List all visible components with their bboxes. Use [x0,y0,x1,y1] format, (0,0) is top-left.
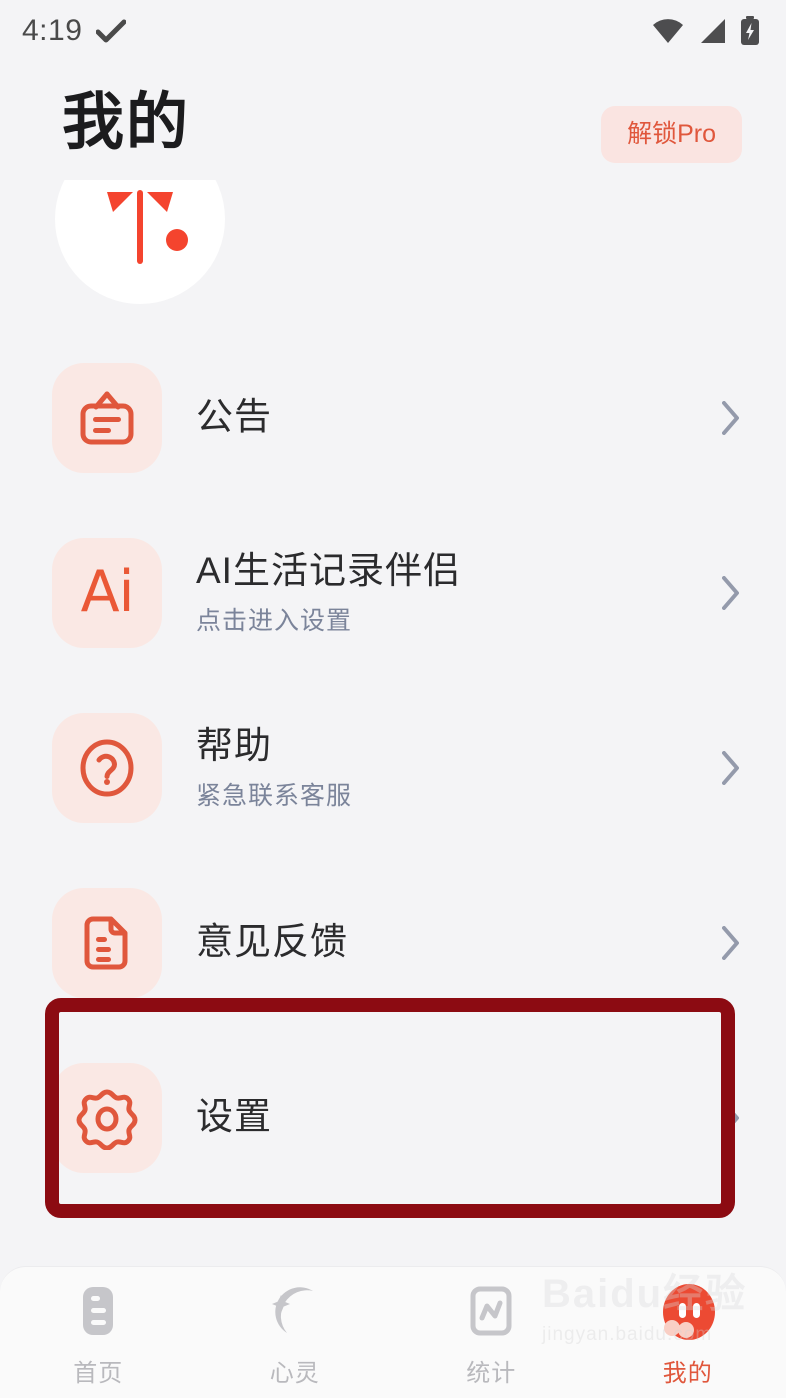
app-logo-mark [55,180,225,304]
status-bar-right [652,16,760,46]
check-icon [96,19,127,43]
menu-item-text: AI生活记录伴侣 点击进入设置 [196,548,720,636]
chevron-right-icon [720,749,742,787]
phone-screen: 4:19 我的 解锁Pro 公告 Ai AI生活记录伴侣 点击进入设置 帮助 紧… [0,0,786,1398]
settings-gear-flower-icon [52,1062,162,1173]
menu-item-title: 意见反馈 [196,921,348,963]
chevron-right-icon [720,574,742,612]
tab-stats[interactable]: 统计 [393,1267,590,1388]
menu-item-settings[interactable]: 设置 [0,1030,786,1205]
question-circle-icon [52,712,162,823]
bottom-tab-bar: 首页 心灵 统计 我的 [0,1266,786,1398]
menu-item-text: 公告 [196,394,720,440]
tab-home[interactable]: 首页 [0,1267,197,1388]
ai-icon-label: Ai [80,559,135,625]
status-time: 4:19 [22,14,83,47]
menu-item-announcement[interactable]: 公告 [0,330,786,505]
tab-mind[interactable]: 心灵 [197,1267,394,1388]
tab-label: 统计 [466,1360,517,1387]
stats-chart-icon [465,1283,517,1345]
menu-item-ai-companion[interactable]: Ai AI生活记录伴侣 点击进入设置 [0,505,786,680]
ai-icon: Ai [52,537,162,648]
menu-item-subtitle: 紧急联系客服 [196,781,353,810]
announcement-board-icon [52,362,162,473]
page-header: 我的 解锁Pro [0,62,786,304]
menu-item-title: 帮助 [196,725,272,767]
status-bar-left: 4:19 [22,14,127,48]
tab-label: 我的 [662,1360,713,1387]
signal-icon [697,18,727,44]
profile-face-icon [655,1283,721,1345]
menu-item-subtitle: 点击进入设置 [196,606,353,635]
menu-item-title: 公告 [196,396,272,438]
chevron-right-icon [720,399,742,437]
document-lines-icon [52,887,162,998]
menu-item-text: 设置 [196,1094,720,1140]
chevron-right-icon [720,1099,742,1137]
menu-item-help[interactable]: 帮助 紧急联系客服 [0,680,786,855]
tab-profile[interactable]: 我的 [590,1267,786,1388]
page-title: 我的 [62,88,191,157]
tab-label: 心灵 [269,1360,320,1387]
menu-item-text: 意见反馈 [196,919,720,965]
wifi-icon [652,18,684,44]
menu-item-text: 帮助 紧急联系客服 [196,723,720,811]
status-bar: 4:19 [0,0,786,62]
home-list-icon [72,1283,124,1345]
battery-charging-icon [740,16,760,46]
moon-star-icon [266,1283,324,1345]
chevron-right-icon [720,924,742,962]
menu-item-title: 设置 [196,1096,272,1138]
unlock-pro-button[interactable]: 解锁Pro [601,106,742,163]
settings-menu-list: 公告 Ai AI生活记录伴侣 点击进入设置 帮助 紧急联系客服 意见反馈 设置 [0,330,786,1205]
menu-item-feedback[interactable]: 意见反馈 [0,855,786,1030]
tab-label: 首页 [73,1360,124,1387]
menu-item-title: AI生活记录伴侣 [196,550,461,592]
